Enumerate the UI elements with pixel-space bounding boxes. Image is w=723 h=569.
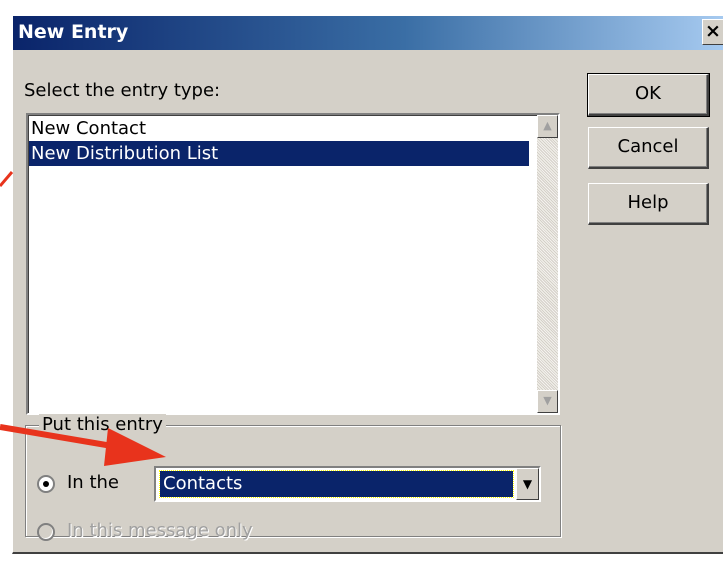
dialog-title: New Entry — [18, 21, 129, 43]
close-button[interactable]: × — [702, 19, 723, 45]
annotation-arrow-to-list — [0, 171, 14, 187]
radio-this-message-only[interactable] — [37, 523, 55, 541]
list-item-new-distribution-list[interactable]: New Distribution List — [29, 141, 529, 166]
entry-type-label: Select the entry type: — [24, 80, 221, 101]
put-entry-group-label: Put this entry — [39, 414, 166, 435]
radio-in-folder[interactable] — [37, 475, 55, 493]
ok-button[interactable]: OK — [587, 73, 710, 117]
listbox-scrollbar[interactable]: ▲ ▼ — [537, 115, 558, 413]
list-item-new-contact[interactable]: New Contact — [29, 116, 529, 141]
cancel-button[interactable]: Cancel — [588, 127, 709, 169]
this-message-only-label[interactable]: In this message only — [67, 520, 253, 541]
scroll-down-arrow-icon: ▼ — [543, 394, 552, 407]
scroll-down-button[interactable]: ▼ — [537, 390, 558, 413]
folder-dropdown-value: Contacts — [159, 470, 514, 498]
help-button[interactable]: Help — [588, 183, 709, 225]
entry-type-listbox[interactable]: New Contact New Distribution List ▲ ▼ — [26, 113, 560, 415]
scroll-up-arrow-icon: ▲ — [543, 119, 552, 132]
chevron-down-icon: ▼ — [522, 477, 533, 491]
folder-dropdown[interactable]: Contacts ▼ — [154, 466, 541, 502]
close-icon: × — [705, 20, 721, 42]
put-entry-groupbox: Put this entry In the Contacts ▼ In this… — [25, 414, 561, 541]
title-bar[interactable]: New Entry × — [13, 16, 723, 50]
scroll-up-button[interactable]: ▲ — [537, 115, 558, 138]
in-folder-label[interactable]: In the — [67, 472, 119, 493]
new-entry-dialog: New Entry × Select the entry type: New C… — [12, 15, 723, 554]
radio-selected-dot-icon — [43, 481, 49, 487]
folder-dropdown-button[interactable]: ▼ — [516, 468, 539, 500]
